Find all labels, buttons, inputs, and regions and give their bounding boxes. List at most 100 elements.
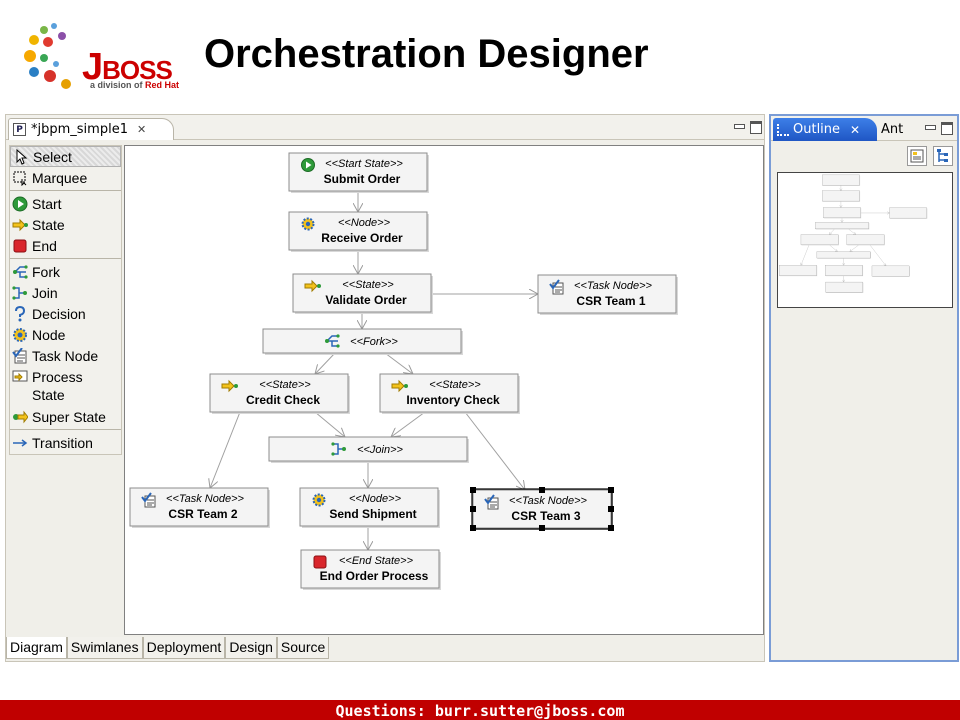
node-label: Receive Order xyxy=(321,231,403,245)
palette-divider xyxy=(10,190,121,191)
palette-item-task-node[interactable]: Task Node xyxy=(10,345,121,366)
editor-tabbar: P *jbpm_simple1 ✕ xyxy=(6,115,764,140)
tab-ant[interactable]: Ant xyxy=(881,122,903,137)
palette-divider xyxy=(10,258,121,259)
editor-tab-label: *jbpm_simple1 xyxy=(31,122,128,137)
node-gear-icon xyxy=(12,327,28,343)
node-gear-icon xyxy=(301,217,315,231)
tab-design[interactable]: Design xyxy=(225,637,277,659)
palette-item-node[interactable]: Node xyxy=(10,324,121,345)
palette-item-decision[interactable]: Decision xyxy=(10,303,121,324)
resize-handle[interactable] xyxy=(608,487,614,493)
process-state-icon xyxy=(12,368,28,384)
palette-item-end[interactable]: End xyxy=(10,235,121,256)
node-gear-icon xyxy=(312,493,326,507)
marquee-icon xyxy=(12,170,28,186)
diagram-thumbnail xyxy=(779,174,928,293)
resize-handle[interactable] xyxy=(608,525,614,531)
diagram-node-credit-check[interactable]: <<State>> Credit Check xyxy=(209,373,350,414)
diagram-node-join[interactable]: <<Join>> xyxy=(268,436,469,463)
tab-deployment[interactable]: Deployment xyxy=(142,637,226,659)
diagram-node-fork[interactable]: <<Fork>> xyxy=(262,328,463,355)
node-label: End Order Process xyxy=(320,569,429,583)
palette-item-state[interactable]: State xyxy=(10,214,121,235)
tab-swimlanes[interactable]: Swimlanes xyxy=(66,637,143,659)
palette-item-start[interactable]: Start xyxy=(10,193,121,214)
transition-fork-to-credit-check[interactable] xyxy=(315,352,336,374)
resize-handle[interactable] xyxy=(470,487,476,493)
transition-inventory-check-to-join[interactable] xyxy=(391,411,426,437)
end-icon xyxy=(313,555,327,569)
node-label: Submit Order xyxy=(324,172,401,186)
diagram-node-fork xyxy=(815,222,870,230)
resize-handle[interactable] xyxy=(470,525,476,531)
diagram-node-inventory-check xyxy=(846,234,885,246)
outline-toolbar xyxy=(907,146,953,166)
palette-item-super-state[interactable]: Super State xyxy=(10,406,121,427)
close-icon[interactable]: ✕ xyxy=(850,123,860,137)
resize-handle[interactable] xyxy=(470,506,476,512)
node-label: CSR Team 3 xyxy=(511,509,580,523)
diagram-node-csr-team-2[interactable]: <<Task Node>> CSR Team 2 xyxy=(129,487,270,528)
diagram-node-validate-order[interactable]: <<State>> Validate Order xyxy=(292,273,433,314)
tab-source[interactable]: Source xyxy=(276,637,330,659)
maximize-icon[interactable] xyxy=(749,120,762,134)
outline-thumbnail-view-icon[interactable] xyxy=(907,146,927,166)
node-stereotype: <<Task Node>> xyxy=(166,493,244,505)
start-icon xyxy=(301,158,315,172)
palette-item-transition[interactable]: Transition xyxy=(10,432,121,453)
logo-subtitle: a division of Red Hat xyxy=(90,80,180,90)
diagram-node-submit-order[interactable]: <<Start State>> Submit Order xyxy=(288,152,429,193)
resize-handle[interactable] xyxy=(539,487,545,493)
resize-handle[interactable] xyxy=(608,506,614,512)
maximize-icon[interactable] xyxy=(940,121,953,135)
diagram-node-csr-team-3[interactable]: <<Task Node>> CSR Team 3 xyxy=(470,487,614,531)
diagram-node-receive-order xyxy=(822,190,861,202)
transition-credit-check-to-csr-team-2 xyxy=(801,244,810,266)
tab-outline[interactable]: Outline ✕ xyxy=(773,118,877,141)
logo-dots-icon xyxy=(24,23,71,89)
node-label: Validate Order xyxy=(325,293,407,307)
palette-divider xyxy=(10,429,121,430)
diagram-node-submit-order xyxy=(822,174,861,186)
transition-credit-check-to-join[interactable] xyxy=(314,411,345,437)
node-stereotype: <<End State>> xyxy=(339,555,414,567)
outline-icon xyxy=(777,123,789,136)
palette-item-fork[interactable]: Fork xyxy=(10,261,121,282)
resize-handle[interactable] xyxy=(539,525,545,531)
editor-bottom-tabs: Diagram Swimlanes Deployment Design Sour… xyxy=(6,637,330,660)
close-icon[interactable]: ✕ xyxy=(137,123,146,136)
diagram-node-receive-order[interactable]: <<Node>> Receive Order xyxy=(288,211,429,252)
outline-thumbnail[interactable] xyxy=(777,172,953,308)
transition-fork-to-inventory-check[interactable] xyxy=(384,352,413,374)
cursor-icon xyxy=(13,148,29,165)
node-label: Inventory Check xyxy=(406,393,500,407)
transition-credit-check-to-csr-team-2[interactable] xyxy=(210,411,241,488)
palette-item-join[interactable]: Join xyxy=(10,282,121,303)
palette-item-marquee[interactable]: Marquee xyxy=(10,167,121,188)
fork-icon xyxy=(12,264,28,280)
diagram-node-send-shipment[interactable]: <<Node>> Send Shipment xyxy=(299,487,440,528)
node-label: CSR Team 1 xyxy=(576,294,645,308)
diagram-canvas[interactable]: <<Start State>> Submit Order <<Node>> Recei… xyxy=(124,145,764,635)
tab-diagram[interactable]: Diagram xyxy=(6,637,67,659)
palette-item-select[interactable]: Select xyxy=(10,146,121,167)
transition-inventory-check-to-csr-team-3[interactable] xyxy=(464,411,525,490)
node-label: CSR Team 2 xyxy=(168,507,237,521)
diagram-node-csr-team-1 xyxy=(889,207,928,219)
process-editor: P *jbpm_simple1 ✕ Select Marquee Start S… xyxy=(5,114,765,662)
minimize-icon[interactable] xyxy=(732,120,745,131)
diagram-node-csr-team-3 xyxy=(871,265,910,277)
join-icon xyxy=(12,285,28,301)
start-icon xyxy=(12,196,28,212)
outline-tree-view-icon[interactable] xyxy=(933,146,953,166)
node-stereotype: <<Task Node>> xyxy=(509,495,587,507)
editor-tab-jbpm-simple1[interactable]: P *jbpm_simple1 ✕ xyxy=(8,118,174,140)
diagram-node-csr-team-1[interactable]: <<Task Node>> CSR Team 1 xyxy=(537,274,678,315)
diagram-node-validate-order xyxy=(823,207,862,219)
diagram-node-inventory-check[interactable]: <<State>> Inventory Check xyxy=(379,373,520,414)
minimize-icon[interactable] xyxy=(923,121,936,132)
node-stereotype: <<Task Node>> xyxy=(574,280,652,292)
palette-item-process-state[interactable]: Process State xyxy=(10,366,121,406)
diagram-node-end-order-process[interactable]: <<End State>> End Order Process xyxy=(300,549,441,590)
